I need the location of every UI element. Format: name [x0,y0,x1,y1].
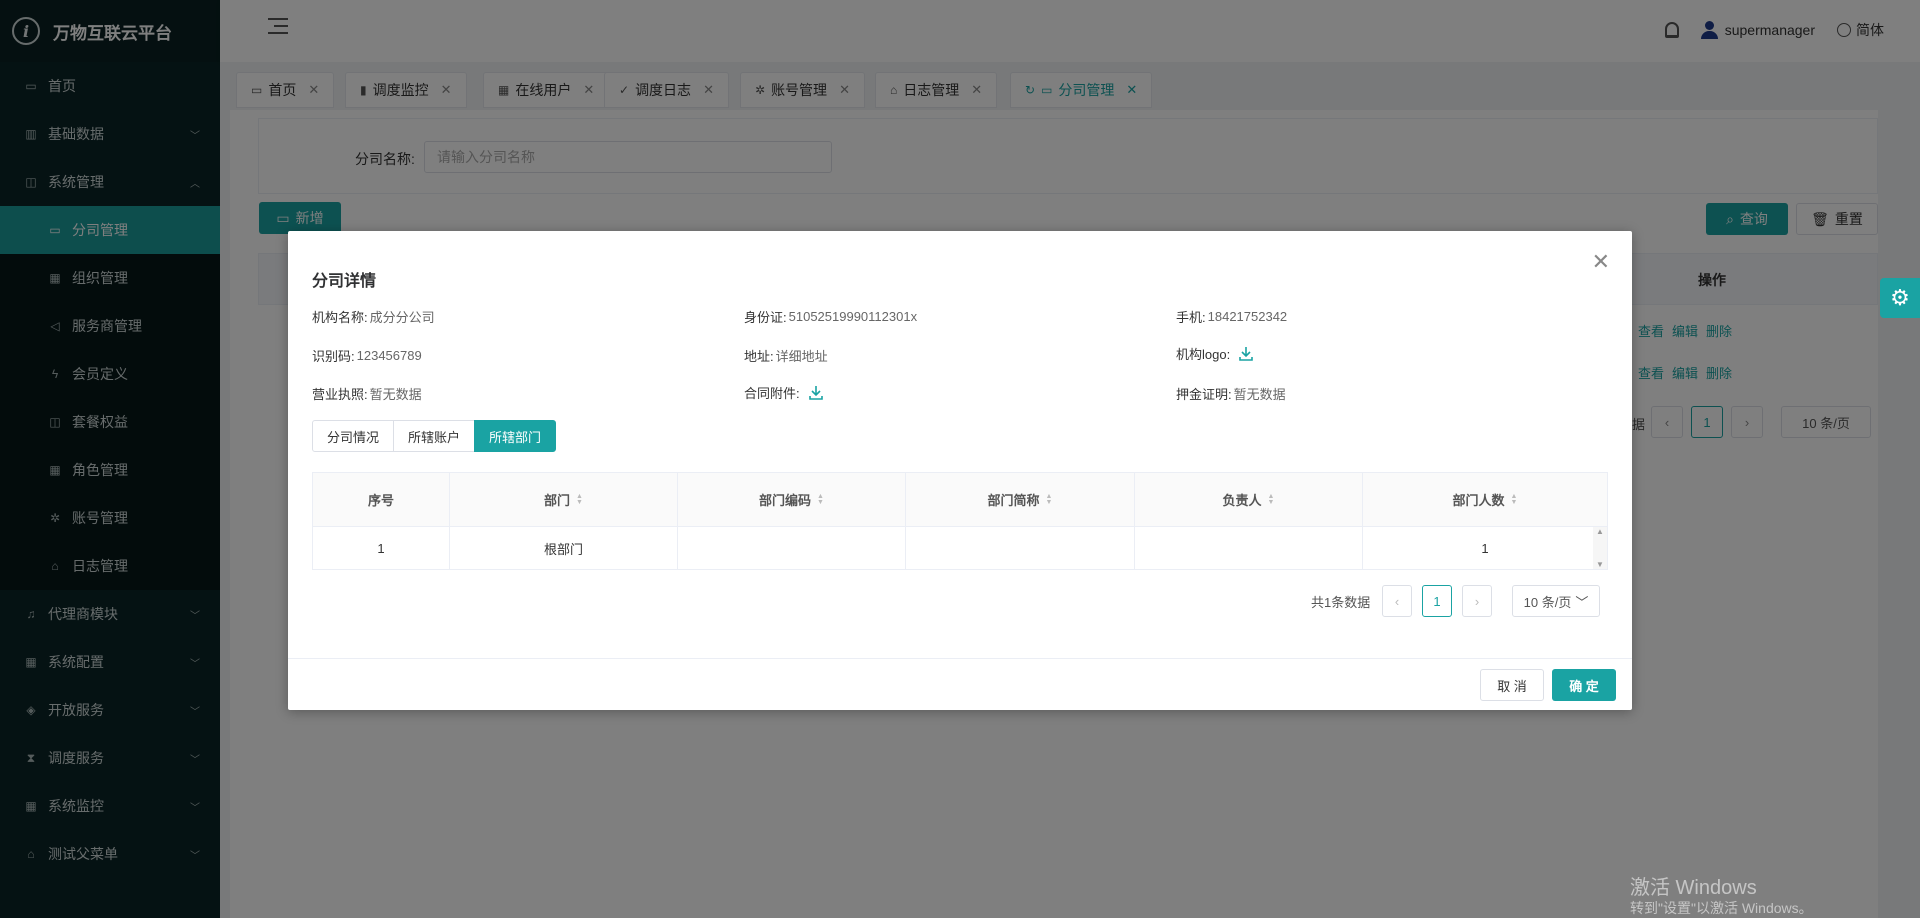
cancel-button[interactable]: 取 消 [1480,669,1544,701]
chevron-down-icon: ﹀ [1575,594,1589,610]
table-header: 序号 部门 ▲ ▼ 部门编码 ▲ ▼ 部门简称 ▲ ▼ 负责人 ▲ ▼ 部门人数 ▲ ▼ [313,473,1607,527]
table-cell [678,527,906,569]
windows-watermark: 激活 Windows [1630,877,1757,899]
code-field: 识别码: 123456789 [312,348,422,364]
deposit-field: 押金证明: 暂无数据 [1176,387,1286,402]
column-header[interactable]: 部门 ▲ ▼ [450,473,678,526]
table-cell: 1 [1481,540,1489,556]
table-cell [906,527,1135,569]
sort-icon[interactable]: ▲ ▼ [1511,493,1518,506]
dialog-footer: 取 消 确 定 [288,658,1632,710]
department-table: 序号 部门 ▲ ▼ 部门编码 ▲ ▼ 部门简称 ▲ ▼ 负责人 ▲ ▼ 部门人数 ▲ ▼ 1 根部门… [312,472,1608,570]
table-row[interactable]: 1 根部门 1 [313,527,1607,569]
segment-accounts[interactable]: 所辖账户 [393,420,476,452]
column-header[interactable]: 部门人数 ▲ ▼ [1363,473,1607,526]
column-header[interactable]: 部门简称 ▲ ▼ [906,473,1135,526]
license-field: 营业执照: 暂无数据 [312,387,422,402]
column-header: 序号 [313,473,450,526]
scroll-down-icon[interactable]: ▼ [1596,560,1604,569]
contract-field: 合同附件: [744,383,824,402]
detail-segment-tabs: 分司情况 所辖账户 所辖部门 [312,420,557,452]
column-header[interactable]: 部门编码 ▲ ▼ [678,473,906,526]
pager-total: 共1条数据 [1311,595,1371,610]
download-icon[interactable] [808,385,824,401]
confirm-button[interactable]: 确 定 [1552,669,1616,701]
close-icon[interactable]: ✕ [1592,249,1610,275]
scroll-up-icon[interactable]: ▲ [1596,527,1604,536]
column-header[interactable]: 负责人 ▲ ▼ [1135,473,1363,526]
id-card-field: 身份证: 51052519990112301x [744,309,918,325]
gear-icon[interactable]: ⚙ [1880,278,1920,318]
page-number[interactable]: 1 [1422,585,1452,617]
phone-field: 手机: 18421752342 [1176,309,1288,325]
branch-detail-dialog: 分司详情 ✕ 机构名称: 成分分公司 身份证: 51052519990112301x… [288,231,1632,710]
sort-icon[interactable]: ▲ ▼ [576,493,583,506]
table-cell: 1 [313,527,450,569]
page-size-select[interactable]: 10 条/页 ﹀ [1512,585,1600,617]
next-page-button[interactable]: › [1462,585,1492,617]
segment-departments[interactable]: 所辖部门 [474,420,557,452]
address-field: 地址: 详细地址 [744,349,828,364]
sort-icon[interactable]: ▲ ▼ [1046,493,1053,506]
prev-page-button[interactable]: ‹ [1382,585,1412,617]
sort-icon[interactable]: ▲ ▼ [1268,493,1275,506]
table-cell [1135,527,1363,569]
dialog-title: 分司详情 [312,273,377,290]
org-name-field: 机构名称: 成分分公司 [312,310,435,325]
table-cell: 根部门 [450,527,678,569]
sort-icon[interactable]: ▲ ▼ [817,493,824,506]
table-scrollbar[interactable]: ▲ ▼ [1593,527,1607,569]
windows-watermark-sub: 转到"设置"以激活 Windows。 [1630,900,1813,916]
segment-branch-info[interactable]: 分司情况 [312,420,395,452]
logo-field: 机构logo: [1176,344,1254,363]
download-icon[interactable] [1238,346,1254,362]
